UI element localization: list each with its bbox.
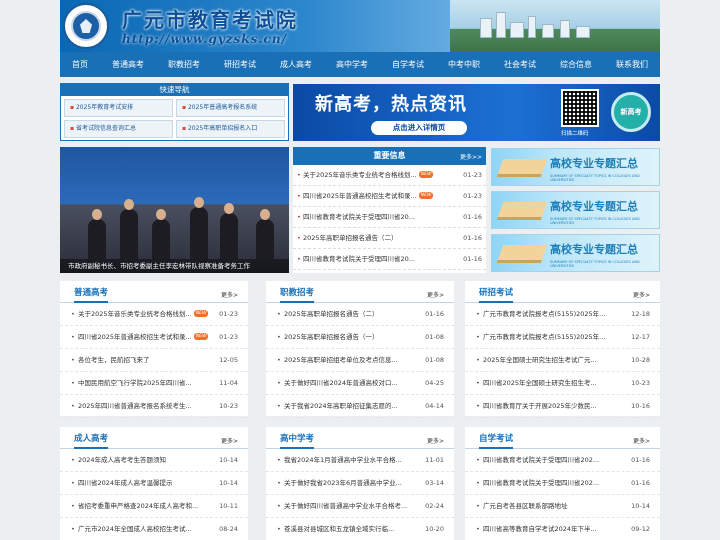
quick-nav-item[interactable]: 2025年高职单招报名入口 [176, 120, 285, 138]
list-item[interactable]: 广元市教育考试院报考点(5155)2025年...12-17 [465, 326, 660, 349]
list-item[interactable]: 四川省2024年成人高考温馨提示10-14 [60, 472, 248, 495]
section-selfstudy: 自学考试 更多> 四川省教育考试院关于受理四川省202...01-16 四川省教育… [465, 427, 660, 540]
nav-item-social[interactable]: 社会考试 [492, 52, 548, 77]
nav-item-gaokao[interactable]: 普通高考 [100, 52, 156, 77]
header-city-image [450, 0, 660, 52]
more-link[interactable]: 更多> [633, 290, 650, 299]
more-link[interactable]: 更多> [427, 436, 444, 445]
list-item[interactable]: 2024年成人高考考生答题须知10-14 [60, 449, 248, 472]
list-item[interactable]: 2025年全国硕士研究生招生考试广元...10-28 [465, 349, 660, 372]
quick-nav-item[interactable]: 2025年教育考试安排 [64, 99, 173, 117]
list-item[interactable]: 四川省教育考试院关于受理四川省202...01-16 [465, 472, 660, 495]
important-news-panel: 重要信息 更多>> 关于2025年音乐类专业统考合格线划...NEW01-23 … [293, 147, 486, 273]
list-item[interactable]: 四川省2025年普通高校招生考试和录...NEW01-23 [60, 326, 248, 349]
list-item[interactable]: 我省2024年1月普通高中学业水平合格...11-01 [266, 449, 454, 472]
book-icon [496, 245, 548, 263]
main-nav: 首页 普通高考 职教招考 研招考试 成人高考 高中学考 自学考试 中考中职 社会… [60, 52, 660, 77]
list-item[interactable]: 省招考委重申严格查2024年成人高考和...10-11 [60, 495, 248, 518]
important-news-title: 重要信息 [373, 151, 406, 160]
new-badge: NEW [193, 333, 209, 340]
list-item[interactable]: 广元自考各县区联系部路地址10-14 [465, 495, 660, 518]
nav-item-adult[interactable]: 成人高考 [268, 52, 324, 77]
list-item[interactable]: 各位考生，民航招飞来了12-05 [60, 349, 248, 372]
section-title: 普通高考 [74, 286, 109, 303]
new-badge: NEW [418, 171, 434, 178]
nav-item-general[interactable]: 综合信息 [548, 52, 604, 77]
more-link[interactable]: 更多> [221, 290, 238, 299]
new-badge: NEW [193, 310, 209, 317]
list-item[interactable]: 2025年高职单招组考单位及考点信息...01-08 [266, 349, 454, 372]
section-title: 高中学考 [280, 432, 315, 449]
news-item[interactable]: 关于2025年音乐类专业统考合格线划...NEW01-23 [293, 165, 486, 186]
list-item[interactable]: 四川省教育考试院关于受理四川省202...01-16 [465, 449, 660, 472]
banner-button[interactable]: 点击进入详情页 [371, 121, 467, 135]
section-title: 职教招考 [280, 286, 315, 303]
news-banner[interactable]: 新高考，热点资讯 点击进入详情页 扫描二维码 新高考 [293, 84, 660, 141]
more-link[interactable]: 更多>> [460, 152, 482, 161]
quick-nav-title: 快速导航 [61, 84, 288, 96]
book-icon [496, 202, 548, 220]
quick-nav-item[interactable]: 2025年普通高考报名系统 [176, 99, 285, 117]
promo-banner[interactable]: 高校专业专题汇总 SUMMARY OF SPECIALTY TOPICS IN … [491, 234, 660, 272]
nav-item-vocational[interactable]: 职教招考 [156, 52, 212, 77]
news-item[interactable]: 四川省教育考试院关于受理四川省20...01-16 [293, 249, 486, 270]
list-item[interactable]: 广元市教育考试院报考点(5155)2025年...12-18 [465, 303, 660, 326]
nav-item-graduate[interactable]: 研招考试 [212, 52, 268, 77]
site-url: http://www.gyzsks.cn/ [122, 32, 287, 46]
site-header: 广元市教育考试院 http://www.gyzsks.cn/ [60, 0, 660, 52]
news-item[interactable]: 四川省教育考试院关于受理四川省20...01-16 [293, 207, 486, 228]
banner-headline: 新高考，热点资讯 [315, 94, 467, 115]
list-item[interactable]: 四川省教育厅关于开展2025年少数民...10-16 [465, 395, 660, 418]
list-item[interactable]: 广元市2024年全国成人高校招生考试...08-24 [60, 518, 248, 540]
photo-caption: 市政府副秘书长、市招考委副主任李宏林带队视察准备考务工作 [60, 259, 289, 273]
list-item[interactable]: 苍溪县对县城区和五龙镇全域实行临...10-20 [266, 518, 454, 540]
nav-item-zhongkao[interactable]: 中考中职 [436, 52, 492, 77]
nav-item-highschool[interactable]: 高中学考 [324, 52, 380, 77]
list-item[interactable]: 关于做好我省2023年6月普通高中学业...03-14 [266, 472, 454, 495]
qr-label: 扫描二维码 [561, 131, 589, 137]
nav-item-selfstudy[interactable]: 自学考试 [380, 52, 436, 77]
list-item[interactable]: 四川省高等教育自学考试2024年下半...09-12 [465, 518, 660, 540]
news-photo-slider[interactable]: 市政府副秘书长、市招考委副主任李宏林带队视察准备考务工作 [60, 147, 289, 273]
list-item[interactable]: 四川省2025年全国硕士研究生招生考...10-23 [465, 372, 660, 395]
list-item[interactable]: 关于我省2024年高职单招征集志愿的...04-14 [266, 395, 454, 418]
banner-circle-badge: 新高考 [611, 92, 651, 132]
news-item[interactable]: 四川省2025年普通高校招生考试和录...NEW01-23 [293, 186, 486, 207]
section-title: 成人高考 [74, 432, 109, 449]
section-graduate: 研招考试 更多> 广元市教育考试院报考点(5155)2025年...12-18 广… [465, 281, 660, 418]
new-badge: NEW [418, 192, 434, 199]
list-item[interactable]: 关于做好四川省普通高中学业水平合格考...02-24 [266, 495, 454, 518]
nav-item-contact[interactable]: 联系我们 [604, 52, 660, 77]
section-title: 自学考试 [479, 432, 514, 449]
section-highschool: 高中学考 更多> 我省2024年1月普通高中学业水平合格...11-01 关于做好… [266, 427, 454, 540]
section-gaokao: 普通高考 更多> 关于2025年音乐类专业统考合格线划...NEW01-23 四川… [60, 281, 248, 418]
more-link[interactable]: 更多> [633, 436, 650, 445]
qr-code-icon [561, 89, 599, 127]
site-title: 广元市教育考试院 [122, 8, 298, 32]
news-item[interactable]: 2025年高职单招报名通告（二）01-16 [293, 228, 486, 249]
section-adult: 成人高考 更多> 2024年成人高考考生答题须知10-14 四川省2024年成人高… [60, 427, 248, 540]
more-link[interactable]: 更多> [427, 290, 444, 299]
more-link[interactable]: 更多> [221, 436, 238, 445]
quick-nav-item[interactable]: 省考试院信息查询汇总 [64, 120, 173, 138]
section-title: 研招考试 [479, 286, 514, 303]
list-item[interactable]: 2025年四川省普通高考报名系统考生...10-23 [60, 395, 248, 418]
list-item[interactable]: 中国民用航空飞行学院2025年四川省...11-04 [60, 372, 248, 395]
list-item[interactable]: 2025年高职单招报名通告（二）01-16 [266, 303, 454, 326]
section-vocational: 职教招考 更多> 2025年高职单招报名通告（二）01-16 2025年高职单招报… [266, 281, 454, 418]
book-icon [496, 159, 548, 177]
promo-banner[interactable]: 高校专业专题汇总 SUMMARY OF SPECIALTY TOPICS IN … [491, 191, 660, 229]
list-item[interactable]: 2025年高职单招报名通告（一）01-08 [266, 326, 454, 349]
list-item[interactable]: 关于做好四川省2024年普通高校对口...04-25 [266, 372, 454, 395]
nav-item-home[interactable]: 首页 [60, 52, 100, 77]
site-logo [63, 3, 109, 49]
quick-nav-panel: 快速导航 2025年教育考试安排 2025年普通高考报名系统 省考试院信息查询汇… [60, 83, 289, 141]
promo-banner[interactable]: 高校专业专题汇总 SUMMARY OF SPECIALTY TOPICS IN … [491, 148, 660, 186]
list-item[interactable]: 关于2025年音乐类专业统考合格线划...NEW01-23 [60, 303, 248, 326]
